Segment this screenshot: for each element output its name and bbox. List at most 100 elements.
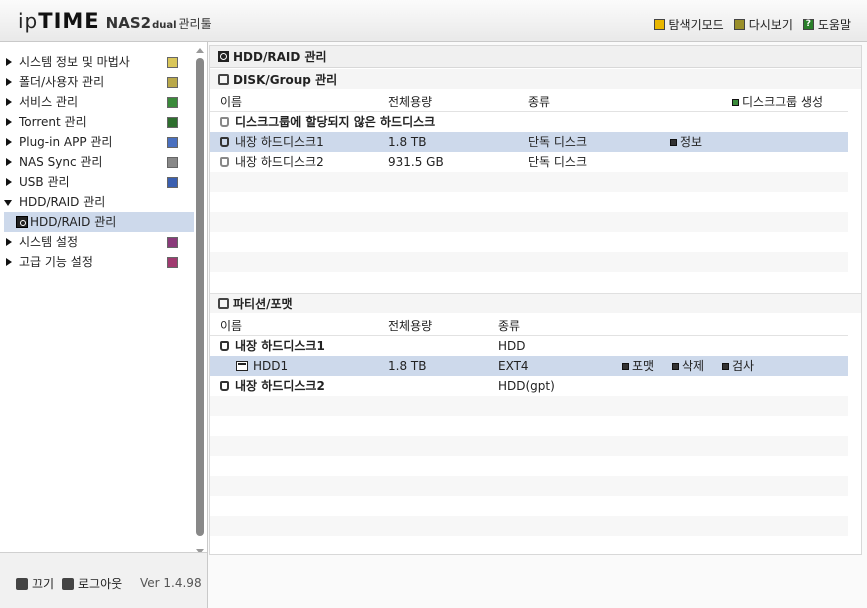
disk-type: HDD	[498, 339, 526, 353]
column-type: 종류	[528, 95, 551, 109]
disk-table-header: 이름 전체용량 종류 디스크그룹 생성	[210, 92, 848, 112]
plugin-icon	[167, 137, 178, 148]
sync-icon	[167, 157, 178, 168]
partition-filesystem: EXT4	[498, 359, 529, 373]
empty-row	[210, 212, 848, 232]
sidebar-item-usb[interactable]: USB 관리	[4, 172, 194, 192]
logo-ip: ip	[18, 9, 39, 33]
disk-name-text: 내장 하드디스크2	[235, 379, 325, 393]
explorer-mode-link[interactable]: 탐색기모드	[653, 16, 724, 33]
check-button[interactable]: 검사	[722, 356, 754, 376]
sidebar-item-advanced-settings[interactable]: 고급 기능 설정	[4, 252, 194, 272]
table-row[interactable]: 내장 하드디스크1 1.8 TB 단독 디스크 정보	[210, 132, 848, 152]
sidebar-item-system-info[interactable]: 시스템 정보 및 마법사	[4, 52, 194, 72]
sidebar-item-system-settings[interactable]: 시스템 설정	[4, 232, 194, 252]
refresh-icon	[733, 19, 745, 30]
column-capacity: 전체용량	[388, 319, 433, 333]
sidebar-scrollbar[interactable]	[193, 48, 207, 554]
sidebar-item-label: 시스템 설정	[19, 235, 79, 249]
expand-arrow-icon	[6, 58, 12, 66]
expand-arrow-icon	[6, 118, 12, 126]
unassigned-disks-row: 디스크그룹에 할당되지 않은 하드디스크	[210, 112, 848, 132]
scrollbar-thumb[interactable]	[196, 58, 204, 536]
sidebar-item-service[interactable]: 서비스 관리	[4, 92, 194, 112]
empty-row	[210, 172, 848, 192]
partition-table-header: 이름 전체용량 종류	[210, 316, 848, 336]
partition-title: 파티션/포맷	[233, 297, 293, 311]
sidebar-item-label: USB 관리	[19, 175, 70, 189]
empty-row	[210, 496, 848, 516]
hard-disk-icon	[220, 381, 229, 391]
logout-button[interactable]: 로그아웃	[62, 575, 122, 592]
sidebar-item-label: 고급 기능 설정	[19, 255, 93, 269]
hdd-icon	[16, 216, 28, 228]
format-button[interactable]: 포맷	[622, 356, 654, 376]
check-label: 검사	[732, 359, 755, 373]
power-icon	[16, 577, 28, 590]
empty-row	[210, 192, 848, 212]
empty-row	[210, 416, 848, 436]
sidebar-item-plugin[interactable]: Plug-in APP 관리	[4, 132, 194, 152]
table-row[interactable]: 내장 하드디스크2 HDD(gpt)	[210, 376, 848, 396]
expand-arrow-icon	[6, 98, 12, 106]
expand-arrow-icon	[6, 78, 12, 86]
logo-dual: dual	[152, 20, 177, 31]
partition-icon	[218, 298, 229, 309]
sidebar-item-folder-user[interactable]: 폴더/사용자 관리	[4, 72, 194, 92]
expand-arrow-icon	[6, 178, 12, 186]
collapse-arrow-icon	[4, 200, 12, 206]
empty-row	[210, 456, 848, 476]
sidebar-item-label: 시스템 정보 및 마법사	[19, 55, 130, 69]
logout-icon	[62, 577, 74, 590]
disk-info-button[interactable]: 정보	[670, 132, 702, 152]
empty-row	[210, 272, 848, 292]
empty-row	[210, 232, 848, 252]
empty-row	[210, 252, 848, 272]
expand-arrow-icon	[6, 138, 12, 146]
empty-row	[210, 396, 848, 416]
usb-icon	[167, 177, 178, 188]
sidebar-item-torrent[interactable]: Torrent 관리	[4, 112, 194, 132]
delete-button[interactable]: 삭제	[672, 356, 704, 376]
sidebar-item-label: 서비스 관리	[19, 95, 79, 109]
power-off-label: 끄기	[32, 577, 55, 591]
empty-row	[210, 436, 848, 456]
table-row[interactable]: HDD1 1.8 TB EXT4 포맷 삭제 검사	[210, 356, 848, 376]
disk-group-title: DISK/Group 관리	[233, 72, 338, 87]
content-scroll-area[interactable]	[848, 92, 861, 554]
sidebar-menu: 시스템 정보 및 마법사 폴더/사용자 관리 서비스 관리 Torrent 관리…	[4, 52, 194, 272]
top-links: 탐색기모드 다시보기 ? 도움말	[653, 16, 851, 33]
help-icon: ?	[802, 19, 814, 30]
scroll-up-icon[interactable]	[196, 48, 204, 53]
unassigned-disks-label: 디스크그룹에 할당되지 않은 하드디스크	[220, 112, 435, 132]
folder-user-icon	[167, 77, 178, 88]
help-link[interactable]: ? 도움말	[802, 16, 851, 33]
hard-disk-icon	[220, 137, 229, 147]
sidebar-item-label: Plug-in APP 관리	[19, 135, 113, 149]
sidebar-footer: 끄기 로그아웃 Ver 1.4.98	[0, 552, 207, 608]
create-disk-group-button[interactable]: 디스크그룹 생성	[732, 92, 823, 112]
advanced-settings-icon	[167, 257, 178, 268]
disk-type: HDD(gpt)	[498, 379, 555, 393]
unassigned-disks-text: 디스크그룹에 할당되지 않은 하드디스크	[235, 115, 436, 129]
disk-name: 내장 하드디스크1	[220, 336, 325, 356]
sidebar-subitem-label: HDD/RAID 관리	[30, 215, 117, 229]
table-row[interactable]: 내장 하드디스크2 931.5 GB 단독 디스크	[210, 152, 848, 172]
add-group-icon	[732, 98, 739, 106]
disk-name-text: 내장 하드디스크1	[235, 339, 325, 353]
disk-type: 단독 디스크	[528, 135, 588, 149]
sidebar: 시스템 정보 및 마법사 폴더/사용자 관리 서비스 관리 Torrent 관리…	[0, 42, 208, 608]
format-label: 포맷	[632, 359, 655, 373]
disk-capacity: 931.5 GB	[388, 155, 444, 169]
sidebar-subitem-hdd-raid[interactable]: HDD/RAID 관리	[4, 212, 194, 232]
delete-icon	[672, 362, 679, 370]
power-off-button[interactable]: 끄기	[16, 575, 54, 592]
refresh-link[interactable]: 다시보기	[733, 16, 793, 33]
chart-icon	[167, 57, 178, 68]
sidebar-item-hdd-raid[interactable]: HDD/RAID 관리	[4, 192, 194, 212]
sidebar-item-nas-sync[interactable]: NAS Sync 관리	[4, 152, 194, 172]
hdd-icon	[218, 51, 229, 62]
logout-label: 로그아웃	[78, 577, 123, 591]
partition-section-title: 파티션/포맷	[210, 293, 861, 313]
table-row[interactable]: 내장 하드디스크1 HDD	[210, 336, 848, 356]
